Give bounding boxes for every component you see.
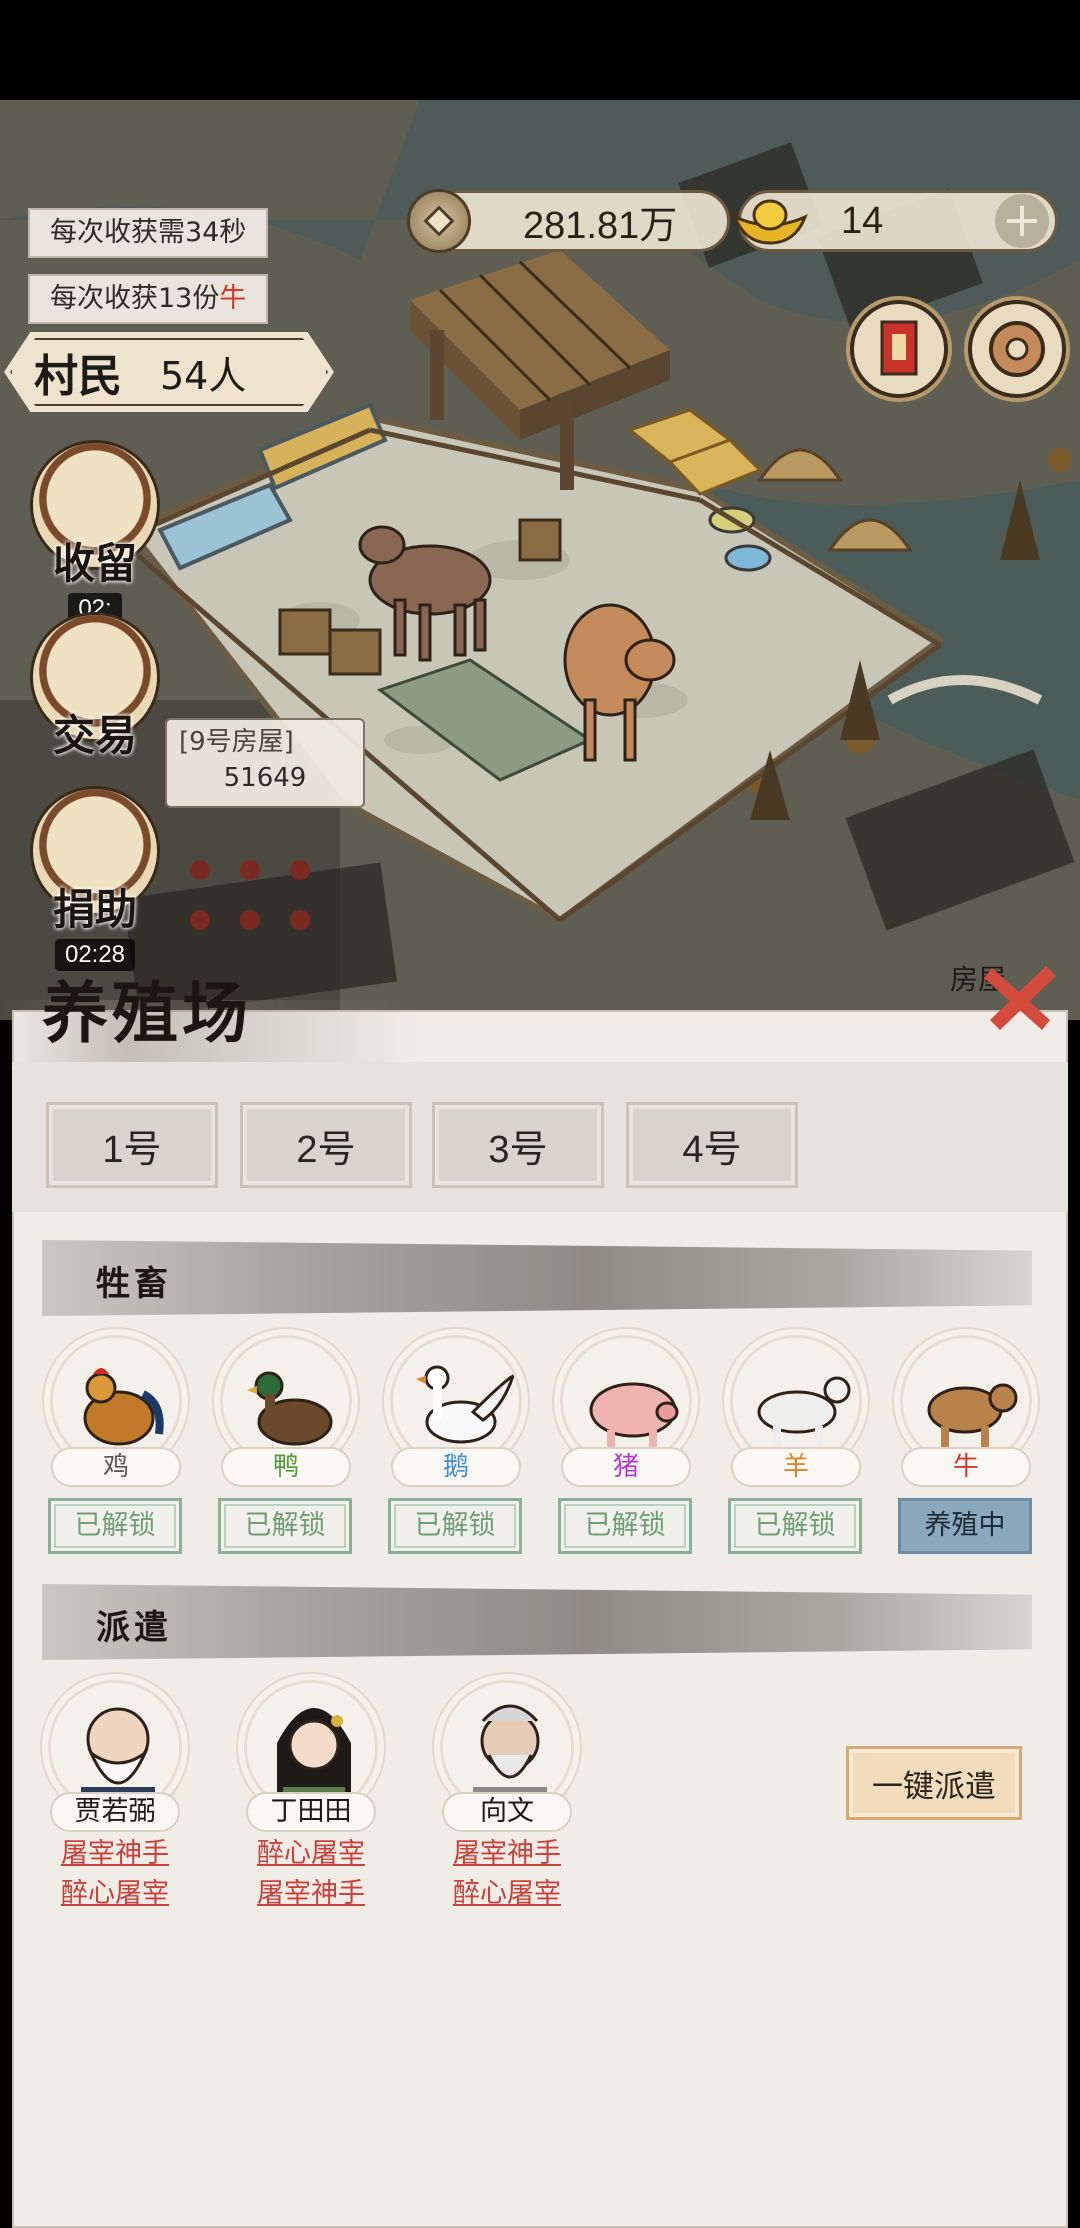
animal-name: 鸭 xyxy=(221,1447,351,1487)
livestock-section-bar xyxy=(42,1240,1032,1316)
coin-value: 281.81万 xyxy=(523,204,678,247)
trade-button[interactable]: 交易 xyxy=(20,612,170,763)
skill-tag[interactable]: 屠宰神手 xyxy=(432,1836,582,1872)
copper-coin-icon xyxy=(407,189,471,253)
animal-name: 羊 xyxy=(731,1447,861,1487)
donate-label: 捐助 xyxy=(52,885,137,934)
tab-label: 1号 xyxy=(102,1128,162,1171)
animal-ox[interactable]: 牛 xyxy=(896,1335,1036,1487)
person-name: 向文 xyxy=(442,1792,572,1832)
shelter-label: 收留 xyxy=(52,539,137,588)
dispatch-button-label: 一键派遣 xyxy=(872,1768,996,1805)
skill-tag[interactable]: 醉心屠宰 xyxy=(236,1836,386,1872)
status-sheep-unlocked[interactable]: 已解锁 xyxy=(728,1498,862,1554)
tab-label: 3号 xyxy=(488,1128,548,1171)
skill-tag[interactable]: 屠宰神手 xyxy=(236,1876,386,1912)
harvest-amount-text: 每次收获13份 xyxy=(50,283,220,314)
harvest-amount-tip: 每次收获13份牛 xyxy=(28,274,269,324)
animal-name: 猪 xyxy=(561,1447,691,1487)
panel-title: 养殖场 xyxy=(42,974,252,1052)
coin-counter: 281.81万 xyxy=(407,189,730,253)
skill-tag[interactable]: 醉心屠宰 xyxy=(40,1876,190,1912)
harvest-amount-item: 牛 xyxy=(219,283,247,314)
tab-label: 2号 xyxy=(296,1128,356,1171)
animal-pig[interactable]: 猪 xyxy=(556,1335,696,1487)
tab-label: 4号 xyxy=(682,1128,742,1171)
gold-value: 14 xyxy=(841,199,884,242)
animal-chicken[interactable]: 鸡 xyxy=(46,1335,186,1487)
animal-name: 鸡 xyxy=(51,1447,181,1487)
animal-name: 牛 xyxy=(901,1447,1031,1487)
speech-text: [9号房屋] xyxy=(179,727,294,757)
tab-farm-3[interactable]: 3号 xyxy=(432,1102,604,1188)
tab-farm-4[interactable]: 4号 xyxy=(626,1102,798,1188)
status-goose-unlocked[interactable]: 已解锁 xyxy=(388,1498,522,1554)
gold-counter: 14 + xyxy=(732,190,1058,252)
skill-tag[interactable]: 醉心屠宰 xyxy=(432,1876,582,1912)
one-click-dispatch-button[interactable]: 一键派遣 xyxy=(846,1746,1022,1820)
scroll-icon-button[interactable] xyxy=(850,300,948,398)
status-pig-unlocked[interactable]: 已解锁 xyxy=(558,1498,692,1554)
person-xiang-wen[interactable]: 向文 屠宰神手 醉心屠宰 xyxy=(432,1680,582,1912)
dispatch-section-bar xyxy=(42,1584,1032,1660)
animal-sheep[interactable]: 羊 xyxy=(726,1335,866,1487)
donate-button[interactable]: 捐助 02:28 xyxy=(20,786,170,971)
status-bar xyxy=(0,0,1080,100)
settings-gear-icon[interactable] xyxy=(968,300,1066,398)
harvest-time-text: 每次收获需34秒 xyxy=(50,217,247,248)
close-icon[interactable] xyxy=(970,948,1066,1044)
villager-count-bar[interactable]: 村民 54人 xyxy=(4,332,334,412)
villager-label: 村民 xyxy=(34,351,122,402)
tab-farm-2[interactable]: 2号 xyxy=(240,1102,412,1188)
status-ox-breeding[interactable]: 养殖中 xyxy=(898,1498,1032,1554)
shelter-button[interactable]: 收留 02: xyxy=(20,440,170,625)
status-chicken-unlocked[interactable]: 已解锁 xyxy=(48,1498,182,1554)
gold-ingot-icon xyxy=(732,199,808,245)
status-duck-unlocked[interactable]: 已解锁 xyxy=(218,1498,352,1554)
dispatch-section-title: 派遣 xyxy=(96,1608,172,1648)
animal-duck[interactable]: 鸭 xyxy=(216,1335,356,1487)
house-speech-bubble[interactable]: [9号房屋] 51649 xyxy=(165,718,365,808)
person-ding-tiantian[interactable]: 丁田田 醉心屠宰 屠宰神手 xyxy=(236,1680,386,1912)
villager-count: 54人 xyxy=(160,353,247,398)
person-jia-ruobi[interactable]: 贾若弼 屠宰神手 醉心屠宰 xyxy=(40,1680,190,1912)
speech-number: 51649 xyxy=(223,763,307,793)
person-name: 贾若弼 xyxy=(50,1792,180,1832)
harvest-time-tip: 每次收获需34秒 xyxy=(28,208,269,258)
skill-tag[interactable]: 屠宰神手 xyxy=(40,1836,190,1872)
tab-farm-1[interactable]: 1号 xyxy=(46,1102,218,1188)
livestock-section-title: 牲畜 xyxy=(96,1264,172,1304)
person-name: 丁田田 xyxy=(246,1792,376,1832)
animal-goose[interactable]: 鹅 xyxy=(386,1335,526,1487)
add-gold-plus-icon[interactable]: + xyxy=(995,194,1049,248)
animal-name: 鹅 xyxy=(391,1447,521,1487)
trade-label: 交易 xyxy=(52,711,137,760)
